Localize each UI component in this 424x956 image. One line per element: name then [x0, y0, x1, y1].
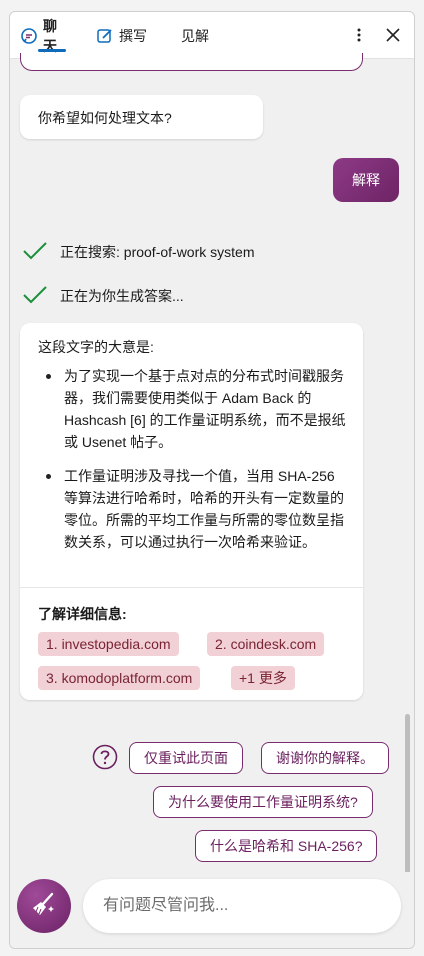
- answer-bullet: 工作量证明涉及寻找一个值，当用 SHA-256 等算法进行哈希时，哈希的开头有一…: [46, 465, 346, 553]
- new-topic-button[interactable]: [17, 879, 71, 933]
- tab-compose-label: 撰写: [119, 27, 147, 44]
- checkmark-icon: [22, 241, 48, 264]
- broom-icon: [30, 890, 58, 923]
- chat-area: 你希望如何处理文本? 解释 正在搜索: proof-of-work system…: [10, 53, 414, 902]
- tab-insight-label: 见解: [181, 27, 209, 44]
- header: 聊天 撰写 见解: [10, 12, 414, 59]
- user-message-text: 解释: [352, 172, 380, 188]
- tab-chat[interactable]: 聊天: [16, 12, 66, 59]
- compose-icon: [96, 27, 114, 45]
- input-bar: [10, 872, 414, 948]
- source-link[interactable]: 2. coindesk.com: [207, 632, 325, 656]
- close-icon[interactable]: [382, 24, 404, 46]
- suggestion-retry-page[interactable]: 仅重试此页面: [129, 742, 243, 774]
- divider: [20, 587, 363, 588]
- user-message-bubble: 解释: [333, 158, 399, 202]
- suggestion-thanks[interactable]: 谢谢你的解释。: [261, 742, 389, 774]
- chat-input[interactable]: [83, 879, 401, 933]
- learn-more-title: 了解详细信息:: [38, 606, 127, 622]
- more-sources-button[interactable]: +1 更多: [231, 666, 295, 690]
- answer-intro: 这段文字的大意是:: [38, 339, 154, 355]
- suggestion-why-proof-of-work[interactable]: 为什么要使用工作量证明系统?: [153, 786, 373, 818]
- assistant-question-bubble: 你希望如何处理文本?: [20, 95, 263, 139]
- suggestion-what-is-hash[interactable]: 什么是哈希和 SHA-256?: [195, 830, 378, 862]
- previous-message-bubble: [20, 53, 363, 71]
- generating-status: 正在为你生成答案...: [22, 284, 184, 308]
- active-tab-indicator: [38, 49, 66, 52]
- source-link[interactable]: 3. komodoplatform.com: [38, 666, 201, 690]
- answer-bullet: 为了实现一个基于点对点的分布式时间戳服务器，我们需要使用类似于 Adam Bac…: [46, 365, 346, 453]
- generating-status-text: 正在为你生成答案...: [60, 288, 184, 304]
- tab-insight[interactable]: 见解: [181, 12, 221, 59]
- source-link[interactable]: 1. investopedia.com: [38, 632, 179, 656]
- chat-panel: 聊天 撰写 见解 你希望如何处理文本? 解释 正在搜索: proof-of-wo…: [9, 11, 415, 949]
- assistant-question-text: 你希望如何处理文本?: [38, 110, 172, 126]
- search-status: 正在搜索: proof-of-work system: [22, 240, 254, 264]
- answer-bubble: 这段文字的大意是: 为了实现一个基于点对点的分布式时间戳服务器，我们需要使用类似…: [20, 323, 363, 700]
- answer-bullet-list: 为了实现一个基于点对点的分布式时间戳服务器，我们需要使用类似于 Adam Bac…: [46, 365, 346, 565]
- search-status-text: 正在搜索: proof-of-work system: [60, 244, 255, 260]
- question-mark-icon[interactable]: [92, 744, 118, 770]
- checkmark-icon: [22, 285, 48, 308]
- tab-compose[interactable]: 撰写: [96, 12, 148, 59]
- more-options-icon[interactable]: [348, 24, 370, 46]
- chat-icon: [20, 27, 38, 45]
